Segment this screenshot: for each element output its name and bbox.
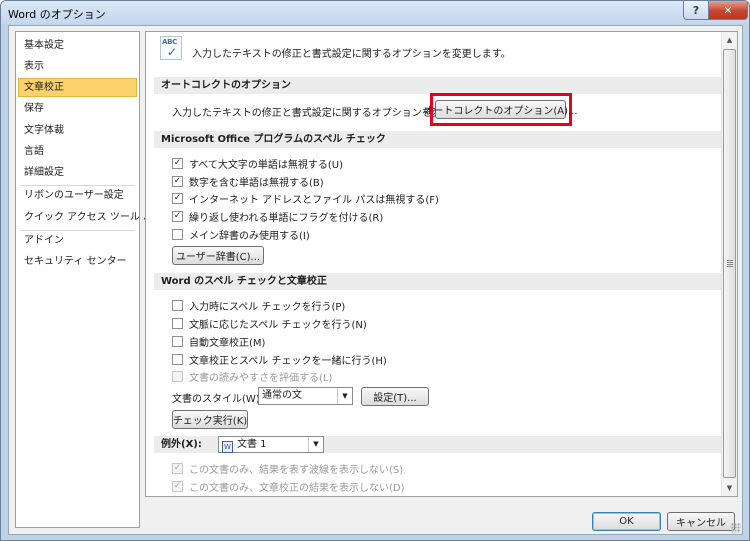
option-label: この文書のみ、結果を表す波線を表示しない(S): [189, 464, 404, 476]
option-label: この文書のみ、文章校正の結果を表示しない(D): [189, 482, 405, 494]
checkbox[interactable]: ✓: [172, 192, 183, 204]
nav-item-trust-center[interactable]: セキュリティ センター: [18, 252, 137, 271]
checkbox[interactable]: [172, 317, 183, 329]
option-check-spelling-as-you-type[interactable]: 入力時にスペル チェックを行う(P): [172, 298, 346, 313]
option-label: 文脈に応じたスペル チェックを行う(N): [189, 319, 367, 331]
checkbox[interactable]: ✓: [172, 210, 183, 222]
option-label: メイン辞書のみ使用する(I): [189, 230, 310, 242]
writing-style-select[interactable]: 通常の文 ▼: [258, 387, 353, 405]
ok-button[interactable]: OK: [592, 512, 661, 531]
exceptions-label: 例外(X):: [161, 439, 202, 450]
option-label: 文章校正とスペル チェックを一緒に行う(H): [189, 355, 387, 367]
checkbox[interactable]: [172, 335, 183, 347]
checkbox[interactable]: ✓: [172, 157, 183, 169]
nav-item-typography[interactable]: 文字体裁: [18, 121, 137, 140]
title-bar[interactable]: Word のオプション ? ✕: [1, 1, 749, 24]
checkbox: ✓: [172, 462, 183, 474]
option-label: 数字を含む単語は無視する(B): [189, 177, 324, 189]
word-spelling-section-heading: Word のスペル チェックと文章校正: [154, 273, 722, 290]
checkbox: [172, 370, 183, 382]
grip-icon: [727, 260, 733, 267]
checkbox: ✓: [172, 480, 183, 492]
resize-grip-icon[interactable]: [731, 523, 741, 533]
checkbox[interactable]: [172, 353, 183, 365]
nav-item-display[interactable]: 表示: [18, 57, 137, 76]
writing-style-label: 文書のスタイル(W):: [172, 394, 264, 405]
option-label: すべて大文字の単語は無視する(U): [189, 159, 344, 171]
dropdown-arrow-icon[interactable]: ▼: [308, 437, 323, 452]
checkbox[interactable]: [172, 299, 183, 311]
option-hide-grammar-errors: ✓ この文書のみ、文章校正の結果を表示しない(D): [172, 479, 405, 494]
word-document-icon: W: [222, 441, 233, 453]
option-ignore-internet-addresses[interactable]: ✓ インターネット アドレスとファイル パスは無視する(F): [172, 191, 439, 206]
option-readability-statistics: 文書の読みやすさを評価する(L): [172, 369, 333, 384]
nav-item-addins[interactable]: アドイン: [18, 231, 137, 250]
option-ignore-uppercase[interactable]: ✓ すべて大文字の単語は無視する(U): [172, 156, 344, 171]
nav-item-customize-ribbon[interactable]: リボンのユーザー設定: [18, 186, 137, 205]
abc-check-icon: ABC ✓: [160, 36, 182, 60]
word-options-dialog: Word のオプション ? ✕ 基本設定 表示 文章校正 保存 文字体裁 言語 …: [0, 0, 750, 541]
close-button[interactable]: ✕: [708, 1, 748, 20]
cancel-button[interactable]: キャンセル: [667, 512, 735, 531]
nav-item-basic[interactable]: 基本設定: [18, 36, 137, 55]
option-label: 自動文章校正(M): [189, 337, 266, 349]
scroll-up-icon[interactable]: ▲: [722, 32, 737, 48]
option-label: 繰り返し使われる単語にフラグを付ける(R): [189, 212, 384, 224]
window-title: Word のオプション: [8, 8, 106, 21]
dropdown-arrow-icon[interactable]: ▼: [337, 388, 352, 404]
pane-description: 入力したテキストの修正と書式設定に関するオプションを変更します。: [192, 49, 511, 60]
option-label: 入力時にスペル チェックを行う(P): [189, 301, 346, 313]
option-ignore-numbers[interactable]: ✓ 数字を含む単語は無視する(B): [172, 174, 324, 189]
nav-item-proofing[interactable]: 文章校正: [18, 78, 137, 97]
help-button[interactable]: ?: [683, 1, 709, 20]
custom-dictionaries-button[interactable]: ユーザー辞書(C)...: [172, 246, 264, 265]
dialog-body: 基本設定 表示 文章校正 保存 文字体裁 言語 詳細設定 リボンのユーザー設定 …: [8, 25, 743, 535]
vertical-scrollbar[interactable]: ▲ ▼: [721, 32, 737, 496]
check-mark-glyph: ✓: [167, 45, 178, 59]
grammar-settings-button[interactable]: 設定(T)...: [361, 387, 429, 406]
option-main-dictionary-only[interactable]: メイン辞書のみ使用する(I): [172, 227, 310, 242]
help-icon: ?: [692, 3, 700, 17]
nav-item-language[interactable]: 言語: [18, 142, 137, 161]
option-check-grammar-with-spelling[interactable]: 文章校正とスペル チェックを一緒に行う(H): [172, 352, 387, 367]
scroll-thumb[interactable]: [723, 49, 736, 478]
autocorrect-section-heading: オートコレクトのオプション: [154, 77, 722, 94]
writing-style-value: 通常の文: [262, 390, 302, 401]
autocorrect-options-button[interactable]: オートコレクトのオプション(A)...: [423, 100, 578, 119]
exceptions-document-select[interactable]: W 文書 1 ▼: [218, 436, 324, 453]
option-label: 文書の読みやすさを評価する(L): [189, 372, 333, 384]
office-spelling-section-heading: Microsoft Office プログラムのスペル チェック: [154, 131, 722, 148]
checkbox[interactable]: ✓: [172, 175, 183, 187]
close-icon: ✕: [723, 3, 733, 17]
category-nav: 基本設定 表示 文章校正 保存 文字体裁 言語 詳細設定 リボンのユーザー設定 …: [15, 31, 163, 528]
option-label: インターネット アドレスとファイル パスは無視する(F): [189, 194, 439, 206]
nav-item-save[interactable]: 保存: [18, 99, 137, 118]
scroll-down-icon[interactable]: ▼: [722, 480, 737, 496]
recheck-document-button[interactable]: チェック実行(K): [172, 410, 248, 429]
proofing-options-pane: ABC ✓ 入力したテキストの修正と書式設定に関するオプションを変更します。 オ…: [145, 31, 738, 497]
option-contextual-spelling[interactable]: 文脈に応じたスペル チェックを行う(N): [172, 316, 367, 331]
exceptions-document-value: 文書 1: [237, 439, 267, 450]
option-hide-spelling-errors: ✓ この文書のみ、結果を表す波線を表示しない(S): [172, 461, 404, 476]
option-flag-repeated-words[interactable]: ✓ 繰り返し使われる単語にフラグを付ける(R): [172, 209, 384, 224]
nav-item-advanced[interactable]: 詳細設定: [18, 163, 137, 182]
option-auto-grammar[interactable]: 自動文章校正(M): [172, 334, 266, 349]
nav-item-quick-access-toolbar[interactable]: クイック アクセス ツール バー: [18, 208, 163, 227]
checkbox[interactable]: [172, 228, 183, 240]
